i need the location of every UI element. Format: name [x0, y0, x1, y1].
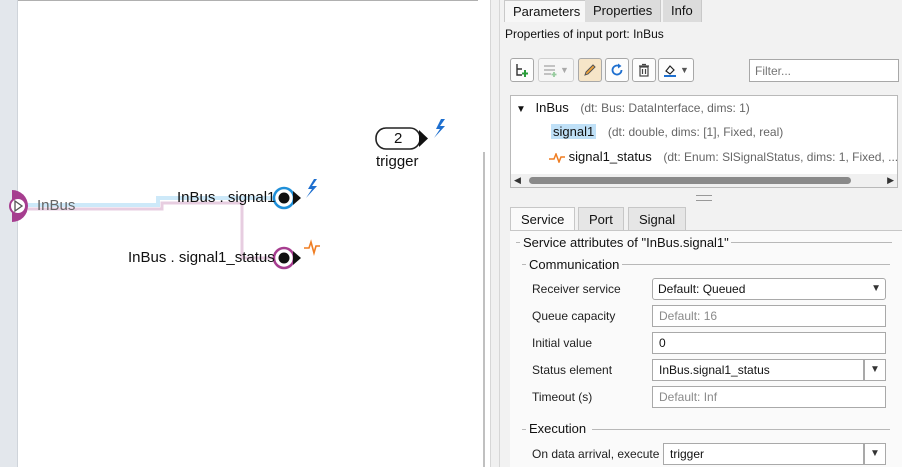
trash-icon [639, 63, 649, 77]
lightning-icon [306, 179, 317, 198]
property-inspector: Parameters Properties Info Properties of… [500, 0, 902, 467]
signal1-status-port-arrow [293, 251, 301, 265]
receiver-service-label: Receiver service [532, 282, 621, 296]
tree-row-inbus[interactable]: ▼ InBus (dt: Bus: DataInterface, dims: 1… [516, 98, 750, 118]
scroll-left-icon[interactable]: ◀ [514, 174, 521, 187]
group-line [522, 429, 526, 430]
collapse-triangle-icon[interactable]: ▼ [516, 104, 526, 115]
trigger-port-arrow [419, 130, 428, 147]
bus-element-tree[interactable]: ▼ InBus (dt: Bus: DataInterface, dims: 1… [510, 95, 898, 188]
status-event-icon [549, 151, 565, 164]
delete-button[interactable] [632, 58, 656, 82]
inbus-port-ring [9, 197, 27, 215]
signal1-port-label[interactable]: InBus . signal1 [177, 189, 275, 206]
add-element-icon [516, 64, 528, 77]
filter-input[interactable] [749, 59, 899, 82]
chevron-down-icon: ▼ [871, 283, 881, 294]
status-element-input[interactable]: InBus.signal1_status [652, 359, 864, 381]
signal1-status-port-label[interactable]: InBus . signal1_status [128, 249, 275, 266]
signal1-status-port-dot [278, 252, 290, 264]
chevron-down-icon: ▼ [560, 65, 569, 75]
add-element-dropdown[interactable]: ▼ [538, 58, 574, 82]
tree-node-meta: (dt: double, dims: [1], Fixed, real) [607, 125, 784, 139]
trigger-port-label[interactable]: trigger [376, 153, 419, 170]
tree-node-name: InBus [535, 100, 569, 115]
status-element-label: Status element [532, 363, 613, 377]
panel-title: Properties of input port: InBus [505, 27, 664, 41]
tab-signal[interactable]: Signal [628, 207, 687, 230]
group-line [622, 264, 890, 265]
group-line [516, 242, 520, 243]
tab-port[interactable]: Port [578, 207, 624, 230]
receiver-service-select[interactable]: Default: Queued ▼ [652, 278, 886, 300]
toolbar: ▼ ▼ [508, 56, 899, 86]
trigger-port-number[interactable]: 2 [394, 130, 402, 147]
tree-node-name: signal1_status [568, 149, 652, 164]
canvas-scrollbar[interactable] [483, 152, 485, 467]
edit-button[interactable] [578, 58, 602, 82]
lightning-icon [434, 119, 445, 138]
service-attributes-header: Service attributes of "InBus.signal1" [521, 235, 731, 250]
tree-node-name: signal1 [551, 124, 597, 139]
highlight-dropdown[interactable]: ▼ [658, 58, 694, 82]
pencil-icon [584, 64, 596, 76]
tab-service[interactable]: Service [510, 207, 576, 230]
group-line [592, 429, 890, 430]
receiver-service-value: Default: Queued [658, 282, 746, 296]
refresh-button[interactable] [605, 58, 629, 82]
timeout-input[interactable]: Default: Inf [652, 386, 886, 408]
status-event-icon [304, 239, 320, 256]
scroll-right-icon[interactable]: ▶ [887, 174, 894, 187]
execution-header: Execution [527, 421, 589, 436]
inbus-port-label[interactable]: InBus [37, 197, 75, 214]
tree-row-signal1-status[interactable]: signal1_status (dt: Enum: SlSignalStatus… [549, 147, 898, 167]
queue-capacity-label: Queue capacity [532, 309, 616, 323]
model-canvas[interactable]: InBus 2 trigger InBus . signal1 InBus . … [0, 0, 478, 467]
signal1-port-dot [278, 192, 290, 204]
resize-grip[interactable] [696, 195, 712, 201]
tree-node-meta: (dt: Enum: SlSignalStatus, dims: 1, Fixe… [663, 150, 899, 164]
scroll-thumb[interactable] [529, 177, 851, 184]
refresh-icon [611, 63, 623, 76]
chevron-down-icon: ▼ [680, 65, 689, 75]
tree-horizontal-scrollbar[interactable]: ◀ ▶ [511, 174, 897, 187]
group-line [731, 242, 892, 243]
tree-node-meta: (dt: Bus: DataInterface, dims: 1) [580, 101, 750, 115]
timeout-label: Timeout (s) [532, 390, 593, 404]
tab-parameters[interactable]: Parameters [504, 0, 590, 22]
on-data-arrival-input[interactable]: trigger [663, 443, 864, 465]
list-add-icon [544, 65, 557, 77]
pane-splitter[interactable] [490, 0, 500, 467]
initial-value-label: Initial value [532, 336, 593, 350]
tab-properties[interactable]: Properties [585, 0, 662, 22]
on-data-arrival-dropdown-button[interactable]: ▼ [864, 443, 886, 465]
signal1-port-arrow [293, 191, 301, 205]
queue-capacity-input[interactable]: Default: 16 [652, 305, 886, 327]
group-line [522, 264, 526, 265]
tree-row-signal1[interactable]: signal1 (dt: double, dims: [1], Fixed, r… [551, 122, 783, 142]
signal-lines [9, 119, 445, 270]
status-element-dropdown-button[interactable]: ▼ [864, 359, 886, 381]
tab-info[interactable]: Info [663, 0, 702, 22]
communication-header: Communication [527, 257, 622, 272]
paint-bucket-icon [664, 65, 676, 77]
app-window: InBus 2 trigger InBus . signal1 InBus . … [0, 0, 902, 467]
on-data-arrival-label: On data arrival, execute [532, 447, 660, 461]
add-element-button[interactable] [510, 58, 534, 82]
initial-value-input[interactable]: 0 [652, 332, 886, 354]
